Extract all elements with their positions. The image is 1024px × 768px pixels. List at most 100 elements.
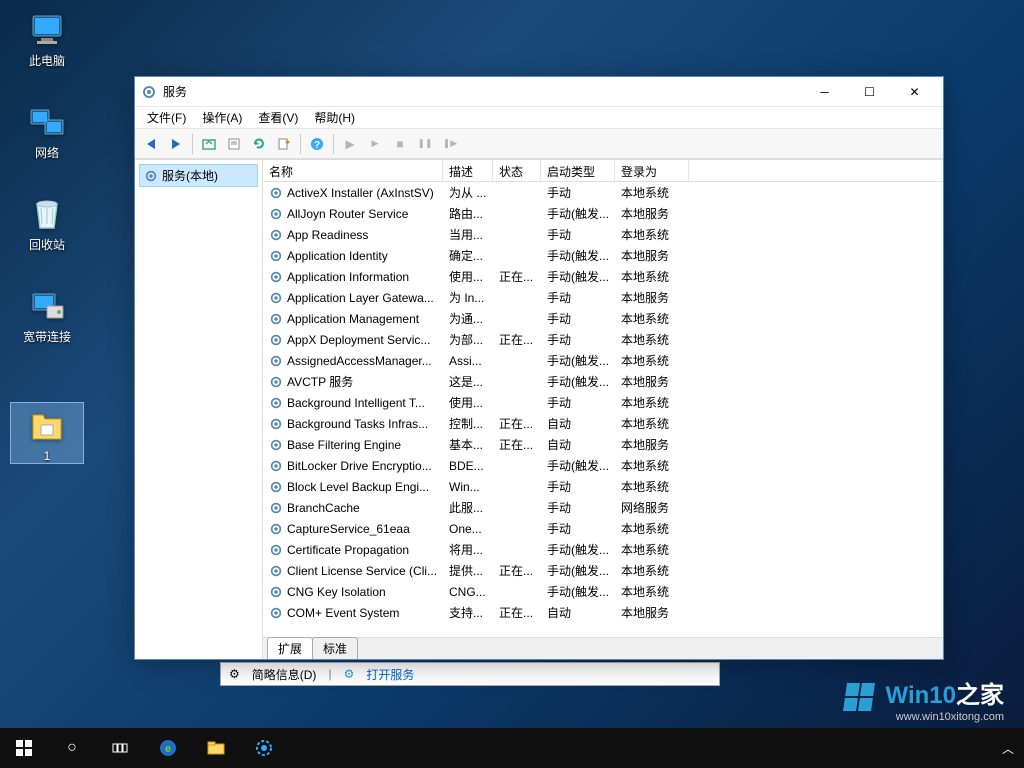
play-button[interactable]: ▶ <box>363 132 387 156</box>
tab-标准[interactable]: 标准 <box>312 637 358 659</box>
minimize-button[interactable]: ─ <box>802 77 847 106</box>
service-name: Application Management <box>263 308 443 329</box>
service-row[interactable]: Base Filtering Engine基本...正在...自动本地服务 <box>263 434 943 455</box>
service-row[interactable]: Application Layer Gatewa...为 In...手动本地服务 <box>263 287 943 308</box>
service-logon: 本地系统 <box>615 455 689 476</box>
service-start: 手动 <box>541 476 615 497</box>
service-name: Background Intelligent T... <box>263 392 443 413</box>
service-desc: 为部... <box>443 329 493 350</box>
desktop-icon-dial[interactable]: 宽带连接 <box>10 282 84 345</box>
open-services-link[interactable]: 打开服务 <box>366 666 414 683</box>
watermark-url: www.win10xitong.com <box>845 711 1004 723</box>
column-header-4[interactable]: 登录为 <box>615 160 689 181</box>
service-row[interactable]: Application Identity确定...手动(触发...本地服务 <box>263 245 943 266</box>
nav-label: 服务(本地) <box>162 167 218 184</box>
service-row[interactable]: CNG Key IsolationCNG...手动(触发...本地系统 <box>263 581 943 602</box>
edge-button[interactable]: e <box>144 728 192 768</box>
service-row[interactable]: App Readiness当用...手动本地系统 <box>263 224 943 245</box>
column-header-0[interactable]: 名称 <box>263 160 443 181</box>
desktop-icon-pc[interactable]: 此电脑 <box>10 6 84 69</box>
service-status <box>493 476 541 497</box>
desktop-icon-folder[interactable]: 1 <box>10 402 84 464</box>
tray-expand-button[interactable]: ︿ <box>992 728 1024 768</box>
service-logon: 本地系统 <box>615 266 689 287</box>
menu-操作[interactable]: 操作(A) <box>194 107 250 128</box>
back-button[interactable] <box>139 132 163 156</box>
gear-icon <box>144 169 158 183</box>
service-row[interactable]: Certificate Propagation将用...手动(触发...本地系统 <box>263 539 943 560</box>
service-row[interactable]: BitLocker Drive Encryptio...BDE...手动(触发.… <box>263 455 943 476</box>
explorer-button[interactable] <box>192 728 240 768</box>
service-start: 手动 <box>541 287 615 308</box>
service-start: 手动 <box>541 308 615 329</box>
cortana-button[interactable]: ○ <box>48 728 96 768</box>
up-button[interactable] <box>197 132 221 156</box>
forward-button[interactable] <box>164 132 188 156</box>
service-start: 手动(触发... <box>541 539 615 560</box>
service-start: 手动 <box>541 518 615 539</box>
desktop-icon-bin[interactable]: 回收站 <box>10 190 84 253</box>
service-row[interactable]: AllJoyn Router Service路由...手动(触发...本地服务 <box>263 203 943 224</box>
help-button[interactable]: ? <box>305 132 329 156</box>
menu-文件[interactable]: 文件(F) <box>139 107 194 128</box>
task-view-button[interactable] <box>96 728 144 768</box>
service-row[interactable]: Application Information使用...正在...手动(触发..… <box>263 266 943 287</box>
service-row[interactable]: Background Intelligent T...使用...手动本地系统 <box>263 392 943 413</box>
service-row[interactable]: AVCTP 服务这是...手动(触发...本地服务 <box>263 371 943 392</box>
service-row[interactable]: AssignedAccessManager...Assi...手动(触发...本… <box>263 350 943 371</box>
service-row[interactable]: Block Level Backup Engi...Win...手动本地系统 <box>263 476 943 497</box>
column-header-1[interactable]: 描述 <box>443 160 493 181</box>
refresh-button[interactable] <box>247 132 271 156</box>
stop-button[interactable]: ■ <box>388 132 412 156</box>
service-name: Client License Service (Cli... <box>263 560 443 581</box>
icon-label: 回收站 <box>10 236 84 253</box>
service-status: 正在... <box>493 329 541 350</box>
menu-bar: 文件(F)操作(A)查看(V)帮助(H) <box>135 107 943 129</box>
service-logon: 本地系统 <box>615 182 689 203</box>
menu-帮助[interactable]: 帮助(H) <box>306 107 363 128</box>
service-start: 手动(触发... <box>541 560 615 581</box>
close-button[interactable]: ✕ <box>892 77 937 106</box>
service-row[interactable]: BranchCache此服...手动网络服务 <box>263 497 943 518</box>
service-start: 手动 <box>541 329 615 350</box>
services-list[interactable]: ActiveX Installer (AxInstSV)为从 ...手动本地系统… <box>263 182 943 637</box>
column-header-3[interactable]: 启动类型 <box>541 160 615 181</box>
nav-services-local[interactable]: 服务(本地) <box>139 164 258 187</box>
service-name: BitLocker Drive Encryptio... <box>263 455 443 476</box>
tab-扩展[interactable]: 扩展 <box>267 637 313 659</box>
properties-button[interactable] <box>222 132 246 156</box>
background-popup: ⚙ 简略信息(D) | ⚙ 打开服务 <box>220 662 720 686</box>
dial-icon <box>27 286 67 326</box>
service-row[interactable]: Background Tasks Infras...控制...正在...自动本地… <box>263 413 943 434</box>
service-desc: 支持... <box>443 602 493 623</box>
settings-button[interactable] <box>240 728 288 768</box>
service-name: CaptureService_61eaa <box>263 518 443 539</box>
service-desc: 使用... <box>443 266 493 287</box>
maximize-button[interactable]: ☐ <box>847 77 892 106</box>
service-status <box>493 224 541 245</box>
service-desc: 为从 ... <box>443 182 493 203</box>
service-row[interactable]: Client License Service (Cli...提供...正在...… <box>263 560 943 581</box>
service-row[interactable]: CaptureService_61eaaOne...手动本地系统 <box>263 518 943 539</box>
title-bar[interactable]: 服务 ─ ☐ ✕ <box>135 77 943 107</box>
service-desc: 这是... <box>443 371 493 392</box>
start-service-button[interactable]: ▶ <box>338 132 362 156</box>
service-name: Application Information <box>263 266 443 287</box>
service-start: 手动(触发... <box>541 371 615 392</box>
column-header-2[interactable]: 状态 <box>493 160 541 181</box>
restart-button[interactable]: ❚▶ <box>438 132 462 156</box>
service-row[interactable]: ActiveX Installer (AxInstSV)为从 ...手动本地系统 <box>263 182 943 203</box>
menu-查看[interactable]: 查看(V) <box>250 107 306 128</box>
service-row[interactable]: COM+ Event System支持...正在...自动本地服务 <box>263 602 943 623</box>
service-status <box>493 392 541 413</box>
service-row[interactable]: AppX Deployment Servic...为部...正在...手动本地系… <box>263 329 943 350</box>
start-button[interactable] <box>0 728 48 768</box>
service-name: ActiveX Installer (AxInstSV) <box>263 182 443 203</box>
pause-button[interactable]: ❚❚ <box>413 132 437 156</box>
desktop-icon-net[interactable]: 网络 <box>10 98 84 161</box>
popup-label[interactable]: 简略信息(D) <box>252 666 317 683</box>
service-row[interactable]: Application Management为通...手动本地系统 <box>263 308 943 329</box>
export-button[interactable] <box>272 132 296 156</box>
service-name: Certificate Propagation <box>263 539 443 560</box>
service-status <box>493 581 541 602</box>
